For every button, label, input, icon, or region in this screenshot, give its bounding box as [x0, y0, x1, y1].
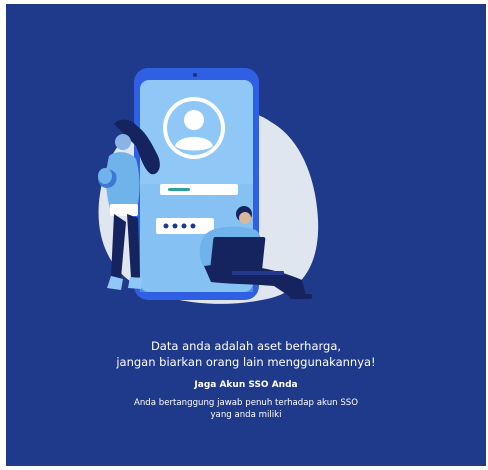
user-avatar-icon: [163, 97, 225, 159]
description-line-1: Anda bertanggung jawab penuh terhadap ak…: [133, 398, 358, 408]
description: Anda bertanggung jawab penuh terhadap ak…: [6, 397, 486, 421]
sso-info-panel: Data anda adalah aset berharga, jangan b…: [6, 4, 486, 466]
headline-line-2: jangan biarkan orang lain menggunakannya…: [116, 355, 376, 369]
password-dots-icon: [156, 218, 214, 234]
description-line-2: yang anda miliki: [210, 410, 282, 420]
security-illustration: [97, 68, 319, 304]
headline-line-1: Data anda adalah aset berharga,: [150, 339, 342, 353]
sub-title: Jaga Akun SSO Anda: [194, 380, 298, 390]
headline: Data anda adalah aset berharga, jangan b…: [6, 338, 486, 370]
